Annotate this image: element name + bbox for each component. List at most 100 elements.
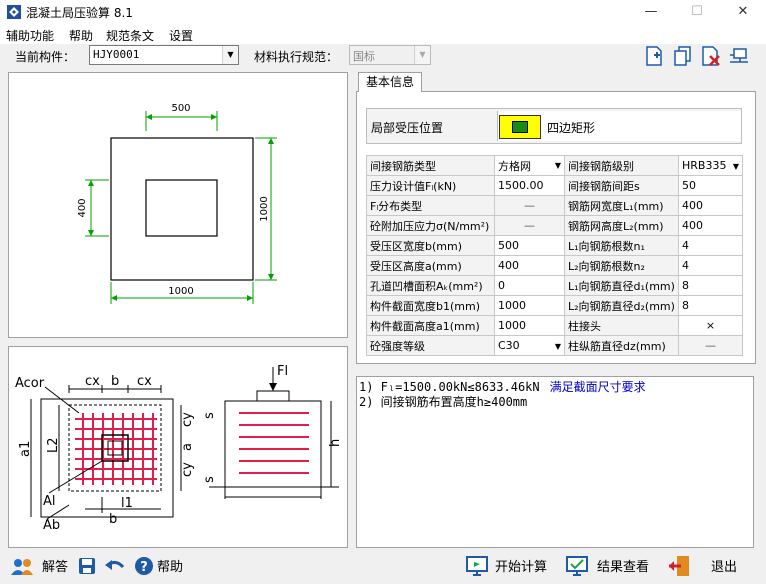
component-select[interactable]: HJY0001 ▼ [89, 45, 239, 65]
param-label-left: 构件截面高度a1(mm) [366, 315, 495, 336]
param-value-left[interactable]: 1500.00 [494, 175, 565, 196]
menu-help[interactable]: 帮助 [69, 27, 93, 44]
param-label-right-text: 钢筋网高度L₂(mm) [568, 219, 664, 233]
param-value-right: — [678, 335, 743, 356]
close-button[interactable]: ✕ [720, 0, 766, 24]
label-ab: Ab [43, 518, 60, 533]
plan-drawing-panel: 500 400 1000 1000 [8, 72, 348, 338]
param-label-right-text: 间接钢筋间距s [568, 179, 640, 193]
param-label-left: 受压区高度a(mm) [366, 255, 495, 276]
param-value-left-text: 0 [498, 279, 505, 292]
tab-basic-info[interactable]: 基本信息 [358, 72, 422, 93]
label-s-top: s [202, 412, 217, 419]
label-b-bottom: b [109, 512, 117, 527]
param-label-left-text: 构件截面宽度b1(mm) [370, 299, 480, 313]
param-label-left-text: 孔道凹槽面积Aₖ(mm²) [370, 279, 483, 293]
param-value-right[interactable]: 400 [678, 215, 743, 236]
param-label-right: 间接钢筋级别 [564, 155, 679, 176]
app-icon [6, 4, 22, 20]
minimize-button[interactable]: — [628, 0, 674, 24]
result-note: 满足截面尺寸要求 [549, 380, 646, 394]
menu-settings[interactable]: 设置 [169, 27, 193, 44]
param-value-right[interactable]: HRB335 ▼ [678, 155, 743, 176]
param-value-left[interactable]: 0 [494, 275, 565, 296]
param-value-left[interactable]: 1000 [494, 315, 565, 336]
monitor-icon[interactable] [466, 556, 488, 576]
start-calc-button[interactable]: 开始计算 [495, 556, 547, 575]
param-label-left: 间接钢筋类型 [366, 155, 495, 176]
param-label-right-text: L₁向钢筋直径d₁(mm) [568, 279, 675, 293]
chevron-down-icon[interactable]: ▼ [555, 342, 561, 351]
param-value-right[interactable]: 8 [678, 275, 743, 296]
param-value-right-text: 8 [682, 279, 689, 292]
param-value-left[interactable]: 1000 [494, 295, 565, 316]
exit-button[interactable]: 退出 [711, 556, 737, 575]
param-label-left-text: 间接钢筋类型 [370, 159, 436, 173]
undo-icon[interactable] [104, 557, 126, 575]
param-value-right-text: HRB335 [682, 159, 727, 172]
param-label-right: 钢筋网宽度L₁(mm) [564, 195, 679, 216]
param-value-left-text: — [524, 199, 535, 212]
label-cy-bottom: cy [180, 462, 195, 477]
result-line: 1) Fₗ=1500.00kN≤8633.46kN 满足截面尺寸要求 [359, 380, 751, 395]
param-value-left[interactable]: 500 [494, 235, 565, 256]
param-value-left-text: 1000 [498, 319, 526, 332]
copy-icon[interactable] [672, 45, 694, 67]
param-label-left: 砼强度等级 [366, 335, 495, 356]
menu-aux-functions[interactable]: 辅助功能 [6, 27, 54, 44]
position-label: 局部受压位置 [371, 121, 444, 135]
param-value-left[interactable]: 方格网 ▼ [494, 155, 565, 176]
code-value: 国标 [353, 50, 375, 63]
result-text: 2) 间接钢筋布置高度h≥400mm [359, 395, 528, 409]
param-value-right[interactable]: 8 [678, 295, 743, 316]
chevron-down-icon[interactable]: ▼ [555, 161, 561, 170]
menu-bar: 辅助功能 帮助 规范条文 设置 [0, 24, 766, 44]
save-icon[interactable] [78, 557, 96, 575]
help-icon[interactable]: ? [134, 556, 154, 576]
result-line: 2) 间接钢筋布置高度h≥400mm [359, 395, 751, 410]
param-label-right: L₁向钢筋根数n₁ [564, 235, 679, 256]
param-label-left: 压力设计值Fₗ(kN) [366, 175, 495, 196]
chevron-down-icon: ▼ [222, 46, 238, 64]
label-l2: L2 [46, 437, 61, 453]
position-swatch [512, 121, 528, 133]
users-icon[interactable] [10, 557, 34, 577]
param-value-right-text: 400 [682, 199, 703, 212]
result-view-icon[interactable] [566, 556, 588, 576]
param-value-right[interactable]: 4 [678, 255, 743, 276]
network-icon[interactable] [728, 45, 750, 67]
param-value-right-text: 50 [682, 179, 696, 192]
help-button[interactable]: 帮助 [157, 556, 183, 575]
param-label-left: 孔道凹槽面积Aₖ(mm²) [366, 275, 495, 296]
exit-icon[interactable] [668, 554, 692, 578]
param-value-right-text: 400 [682, 219, 703, 232]
param-value-right-text: × [705, 319, 716, 332]
param-value-right[interactable]: × [678, 315, 743, 336]
param-value-right[interactable]: 400 [678, 195, 743, 216]
label-acor: Acor [15, 376, 45, 391]
param-value-left[interactable]: 400 [494, 255, 565, 276]
param-label-right: L₂向钢筋根数n₂ [564, 255, 679, 276]
chevron-down-icon[interactable]: ▼ [733, 162, 739, 171]
param-label-left: 砼附加压应力σ(N/mm²) [366, 215, 495, 236]
delete-file-icon[interactable] [700, 45, 722, 67]
maximize-button[interactable]: ☐ [674, 0, 720, 24]
window-title: 混凝土局压验算 8.1 [26, 6, 133, 20]
code-select[interactable]: 国标 ▼ [349, 45, 431, 65]
menu-code-clauses[interactable]: 规范条文 [106, 27, 154, 44]
param-row: Fₗ分布类型 — 钢筋网宽度L₁(mm) 400 [366, 195, 743, 216]
param-value-right[interactable]: 4 [678, 235, 743, 256]
param-label-right-text: L₁向钢筋根数n₁ [568, 239, 645, 253]
param-value-left-text: C30 [498, 339, 520, 352]
view-results-button[interactable]: 结果查看 [597, 556, 649, 575]
param-label-left-text: 受压区宽度b(mm) [370, 239, 462, 253]
position-swatch-frame[interactable] [499, 115, 541, 139]
add-file-icon[interactable] [644, 45, 666, 67]
label-l1: l1 [121, 496, 133, 511]
param-label-left-text: 受压区高度a(mm) [370, 259, 462, 273]
param-label-left-text: 砼附加压应力σ(N/mm²) [370, 219, 490, 233]
answer-button[interactable]: 解答 [42, 556, 68, 575]
param-value-left[interactable]: C30 ▼ [494, 335, 565, 356]
param-row: 孔道凹槽面积Aₖ(mm²) 0 L₁向钢筋直径d₁(mm) 8 [366, 275, 743, 296]
param-value-right[interactable]: 50 [678, 175, 743, 196]
